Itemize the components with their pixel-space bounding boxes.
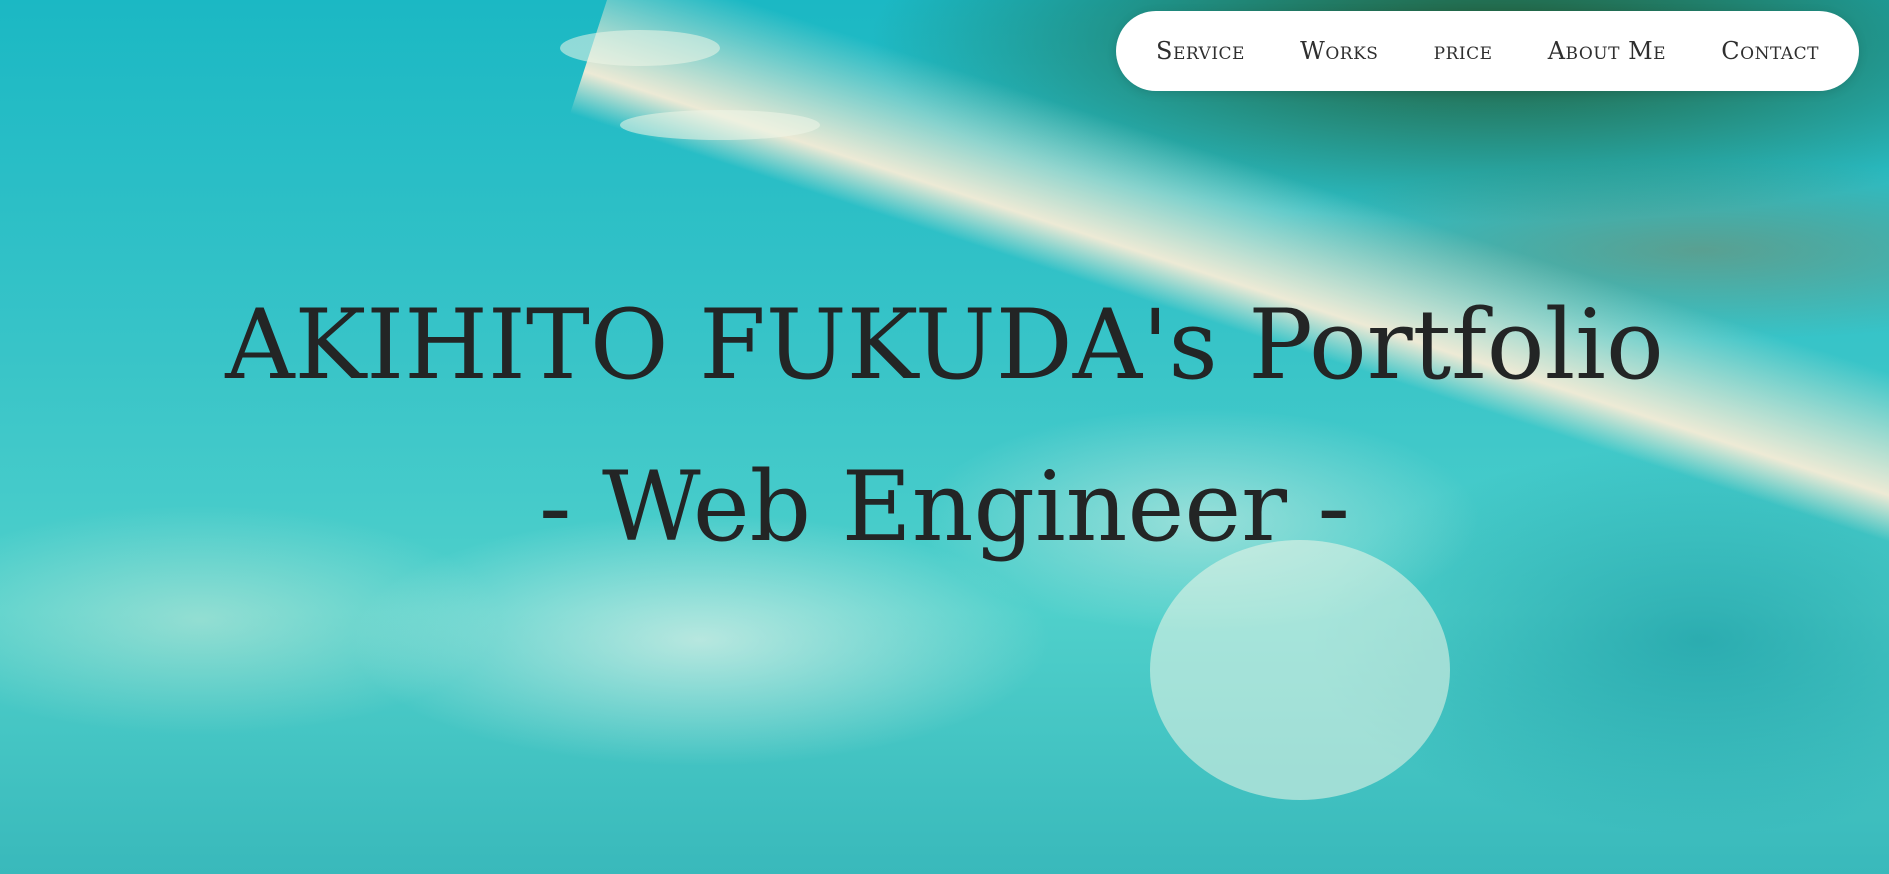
- nav-link-price[interactable]: price: [1434, 37, 1493, 65]
- nav-link-about-me[interactable]: About Me: [1548, 37, 1666, 65]
- nav-link-service[interactable]: Service: [1156, 37, 1245, 65]
- sandbar: [1150, 540, 1450, 800]
- sandbar: [560, 30, 720, 66]
- nav-link-contact[interactable]: Contact: [1721, 37, 1819, 65]
- main-navigation: Service Works price About Me Contact: [1116, 11, 1859, 91]
- sandbar: [620, 110, 820, 140]
- nav-link-works[interactable]: Works: [1300, 37, 1378, 65]
- hero-section: Service Works price About Me Contact AKI…: [0, 0, 1889, 874]
- hero-subtitle: - Web Engineer -: [539, 451, 1350, 563]
- hero-title: AKIHITO FUKUDA's Portfolio: [225, 289, 1664, 401]
